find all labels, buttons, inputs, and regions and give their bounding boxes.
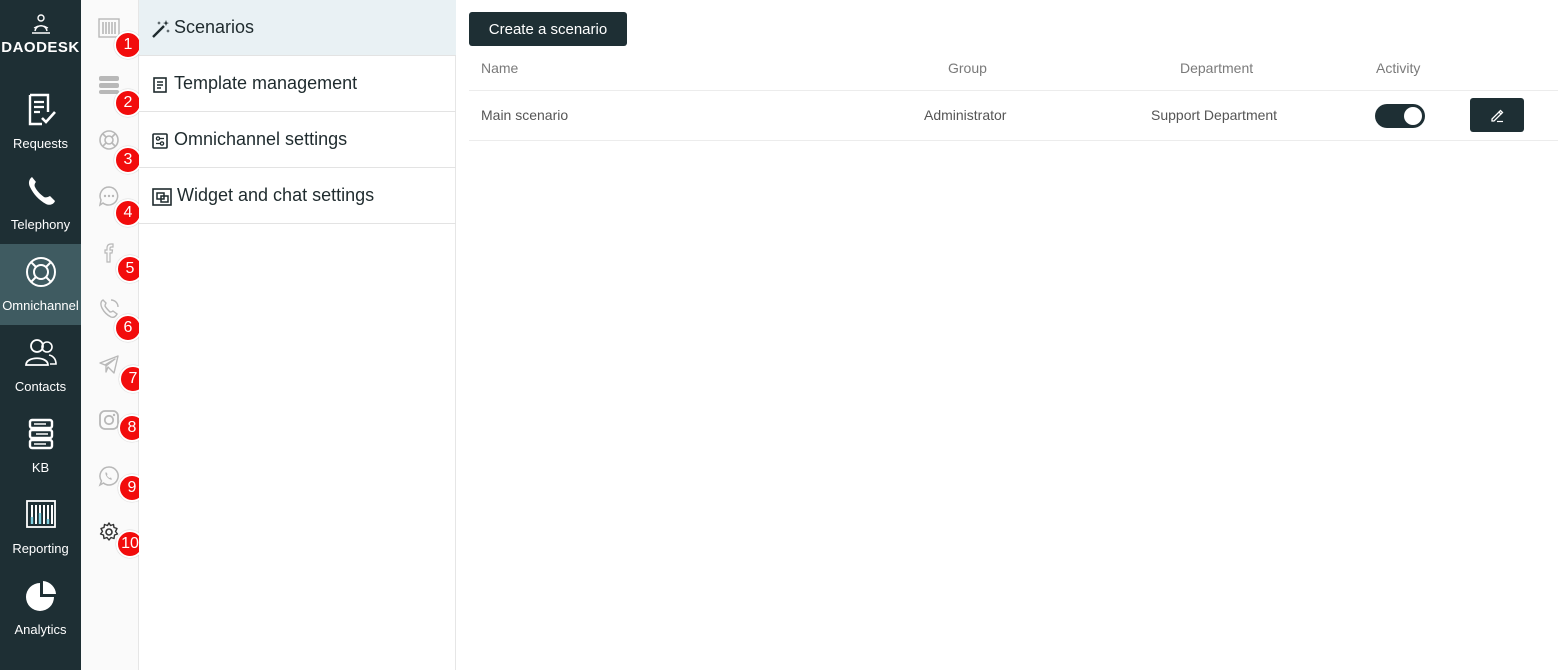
- telegram-icon: [99, 355, 119, 374]
- books-icon: [28, 418, 53, 450]
- submenu-label: Widget and chat settings: [177, 185, 375, 205]
- channel-item-whatsapp[interactable]: 9: [81, 448, 146, 504]
- nav-label: Telephony: [10, 217, 71, 232]
- channel-item-viber[interactable]: 6: [81, 280, 142, 342]
- channel-item-omnichannel[interactable]: 3: [81, 112, 142, 174]
- column-header-activity: Activity: [1376, 60, 1421, 76]
- toggle-knob: [1404, 107, 1422, 125]
- submenu-item-scenarios[interactable]: Scenarios: [139, 0, 456, 56]
- instagram-icon: [99, 410, 119, 430]
- column-header-name: Name: [481, 60, 519, 76]
- nav-item-kb[interactable]: KB: [0, 406, 81, 487]
- row-divider: [469, 140, 1558, 141]
- submenu-item-widget-chat-settings[interactable]: Widget and chat settings: [139, 168, 456, 224]
- requests-icon: [28, 93, 56, 126]
- channel-item-reporting[interactable]: 1: [81, 0, 142, 59]
- channel-item-instagram[interactable]: 8: [81, 392, 146, 448]
- settings-submenu: Scenarios Template management Omnichanne…: [139, 0, 456, 670]
- submenu-label: Omnichannel settings: [174, 129, 348, 149]
- scenario-department: Support Department: [1151, 107, 1278, 123]
- pencil-icon: [1491, 109, 1504, 123]
- lifebuoy-icon: [25, 257, 56, 287]
- meditation-logo-icon: [31, 14, 50, 34]
- widget-icon: [152, 188, 172, 206]
- submenu-item-template-management[interactable]: Template management: [139, 56, 456, 112]
- nav-item-requests[interactable]: Requests: [0, 82, 81, 163]
- nav-label: Omnichannel: [2, 298, 79, 313]
- nav-item-omnichannel[interactable]: Omnichannel: [0, 244, 81, 325]
- activity-toggle[interactable]: [1375, 104, 1425, 128]
- edit-scenario-button[interactable]: [1470, 98, 1524, 132]
- submenu-item-omnichannel-settings[interactable]: Omnichannel settings: [139, 112, 456, 168]
- channel-item-telegram[interactable]: 7: [81, 336, 147, 393]
- channel-item-facebook[interactable]: 5: [81, 224, 144, 283]
- reporting-icon: [25, 500, 56, 528]
- brand-name: DAODESK: [1, 39, 80, 56]
- main-navigation: DAODESK Requests Telephony Omnichannel C…: [0, 0, 81, 670]
- nav-label: Requests: [13, 136, 68, 151]
- nav-item-reporting[interactable]: Reporting: [0, 487, 81, 568]
- viber-icon: [100, 299, 119, 318]
- daodesk-logo[interactable]: DAODESK: [0, 10, 81, 70]
- create-scenario-button[interactable]: Create a scenario: [469, 12, 627, 46]
- nav-item-analytics[interactable]: Analytics: [0, 568, 81, 649]
- phone-icon: [28, 177, 55, 205]
- scenario-group: Administrator: [924, 107, 1007, 123]
- nav-label: Analytics: [14, 622, 67, 637]
- channel-item-layers[interactable]: 2: [81, 56, 142, 117]
- nav-label: Reporting: [12, 541, 69, 556]
- sliders-icon: [152, 133, 168, 149]
- nav-item-contacts[interactable]: Contacts: [0, 325, 81, 406]
- layers-icon: [99, 76, 119, 94]
- document-icon: [153, 77, 167, 93]
- scenario-name[interactable]: Main scenario: [481, 107, 568, 123]
- facebook-icon: [104, 243, 114, 263]
- nav-label: KB: [31, 460, 50, 475]
- nav-label: Contacts: [14, 379, 67, 394]
- channel-item-chat[interactable]: 4: [81, 168, 142, 227]
- contacts-icon: [24, 339, 57, 366]
- channel-icon-strip: 1 2 3 4 5 6 7 8 9 10: [81, 0, 147, 670]
- step-badge: 4: [114, 199, 142, 227]
- submenu-label: Template management: [174, 73, 358, 93]
- nav-item-telephony[interactable]: Telephony: [0, 163, 81, 244]
- lifebuoy-icon: [99, 130, 119, 150]
- submenu-label: Scenarios: [174, 17, 255, 37]
- magic-wand-icon: [152, 20, 170, 38]
- pie-chart-icon: [25, 581, 56, 611]
- column-header-department: Department: [1180, 60, 1254, 76]
- column-header-group: Group: [948, 60, 987, 76]
- whatsapp-icon: [98, 466, 119, 487]
- channel-item-settings[interactable]: 10: [81, 504, 144, 560]
- row-divider: [469, 90, 1558, 91]
- scenarios-content: Create a scenario Name Group Department …: [456, 0, 1558, 670]
- step-badge: 1: [114, 31, 142, 59]
